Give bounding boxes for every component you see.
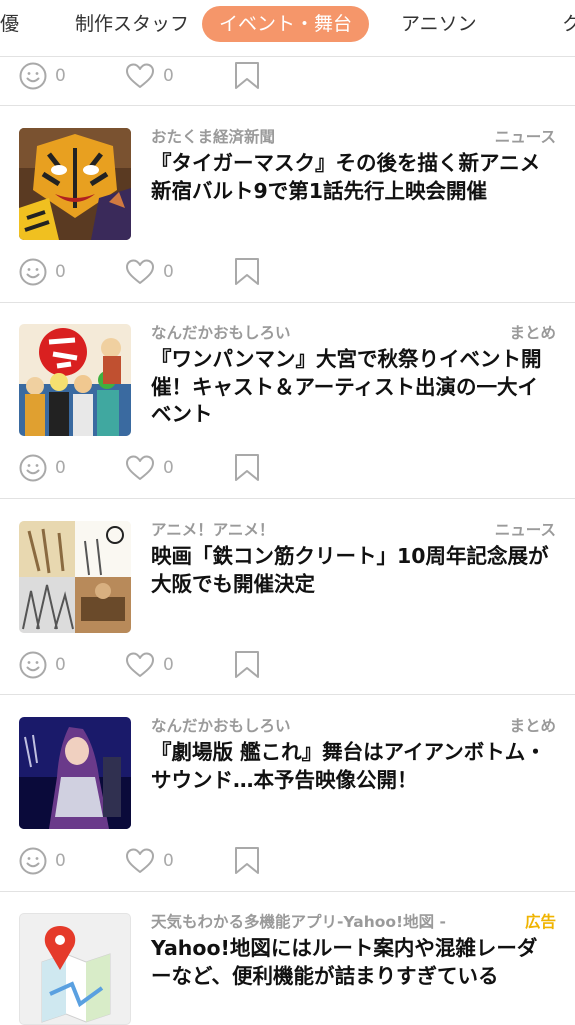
reaction-count: 0 (55, 851, 66, 871)
smiley-icon (19, 651, 47, 679)
tab-production-staff[interactable]: 制作スタッフ (75, 6, 189, 42)
bookmark-icon (235, 62, 259, 89)
reaction-button[interactable]: 0 (19, 645, 66, 685)
reaction-count: 0 (55, 262, 66, 282)
article-divider (0, 498, 575, 499)
reaction-count: 0 (55, 66, 66, 86)
bookmark-icon (235, 651, 259, 678)
article-category-tag: まとめ (509, 717, 556, 735)
ad-label: 広告 (524, 913, 556, 931)
one-punch-man-festival-thumbnail (19, 324, 131, 436)
article-title[interactable]: 映画「鉄コン筋クリート」10周年記念展が大阪でも開催決定 (151, 543, 556, 598)
kancolle-movie-thumbnail (19, 717, 131, 829)
like-count: 0 (163, 655, 174, 675)
like-button[interactable]: 0 (125, 448, 174, 488)
article-divider (0, 891, 575, 892)
bookmark-icon (235, 454, 259, 481)
like-count: 0 (163, 262, 174, 282)
action-bar: 0 0 (0, 841, 575, 881)
bookmark-button[interactable] (234, 252, 260, 292)
reaction-button[interactable]: 0 (19, 56, 66, 96)
tekkonkinkreet-art-thumbnail (19, 521, 131, 633)
like-button[interactable]: 0 (125, 645, 174, 685)
heart-icon (126, 259, 154, 284)
smiley-icon (19, 454, 47, 482)
article-source: おたくま経済新聞 (151, 128, 276, 146)
smiley-icon (19, 847, 47, 875)
bookmark-button[interactable] (234, 841, 260, 881)
reaction-button[interactable]: 0 (19, 252, 66, 292)
heart-icon (126, 63, 154, 88)
ad-source: 天気もわかる多機能アプリ-Yahoo!地図 - (151, 913, 446, 931)
reaction-button[interactable]: 0 (19, 448, 66, 488)
action-bar: 0 0 (0, 252, 575, 292)
article-divider (0, 105, 575, 106)
article-divider (0, 694, 575, 695)
smiley-icon (19, 258, 47, 286)
like-button[interactable]: 0 (125, 841, 174, 881)
tab-voice-actor[interactable]: 優 (0, 6, 19, 42)
like-button[interactable]: 0 (125, 56, 174, 96)
yahoo-map-app-icon (19, 913, 131, 1025)
tab-next-partial[interactable]: ク (562, 6, 575, 42)
tab-event-stage[interactable]: イベント・舞台 (202, 6, 370, 42)
reaction-count: 0 (55, 458, 66, 478)
article-source: なんだかおもしろい (151, 717, 291, 735)
action-bar: 0 0 (0, 448, 575, 488)
bookmark-icon (235, 847, 259, 874)
like-count: 0 (163, 851, 174, 871)
bookmark-button[interactable] (234, 448, 260, 488)
bookmark-button[interactable] (234, 56, 260, 96)
like-count: 0 (163, 458, 174, 478)
ad-title[interactable]: Yahoo!地図にはルート案内や混雑レーダーなど、便利機能が詰まりすぎている (151, 935, 556, 990)
article-source: なんだかおもしろい (151, 324, 291, 342)
action-bar: 0 0 (0, 56, 575, 96)
article-title[interactable]: 『ワンパンマン』大宮で秋祭りイベント開催！キャスト＆アーティスト出演の一大イベン… (151, 346, 556, 429)
article-category-tag: ニュース (494, 128, 556, 146)
article-source: アニメ！アニメ！ (151, 521, 275, 539)
bookmark-icon (235, 258, 259, 285)
reaction-count: 0 (55, 655, 66, 675)
article-category-tag: ニュース (494, 521, 556, 539)
article-title[interactable]: 『劇場版 艦これ』舞台はアイアンボトム・サウンド…本予告映像公開！ (151, 739, 556, 794)
like-count: 0 (163, 66, 174, 86)
heart-icon (126, 652, 154, 677)
heart-icon (126, 848, 154, 873)
tab-anison[interactable]: アニソン (401, 6, 477, 42)
article-title[interactable]: 『タイガーマスク』その後を描く新アニメ 新宿バルト9で第1話先行上映会開催 (151, 150, 561, 205)
article-divider (0, 302, 575, 303)
like-button[interactable]: 0 (125, 252, 174, 292)
reaction-button[interactable]: 0 (19, 841, 66, 881)
tiger-mask-anime-thumbnail (19, 128, 131, 240)
heart-icon (126, 455, 154, 480)
category-tab-bar: 優 制作スタッフ イベント・舞台 アニソン ク (0, 0, 575, 52)
action-bar: 0 0 (0, 645, 575, 685)
bookmark-button[interactable] (234, 645, 260, 685)
smiley-icon (19, 62, 47, 90)
article-category-tag: まとめ (509, 324, 556, 342)
